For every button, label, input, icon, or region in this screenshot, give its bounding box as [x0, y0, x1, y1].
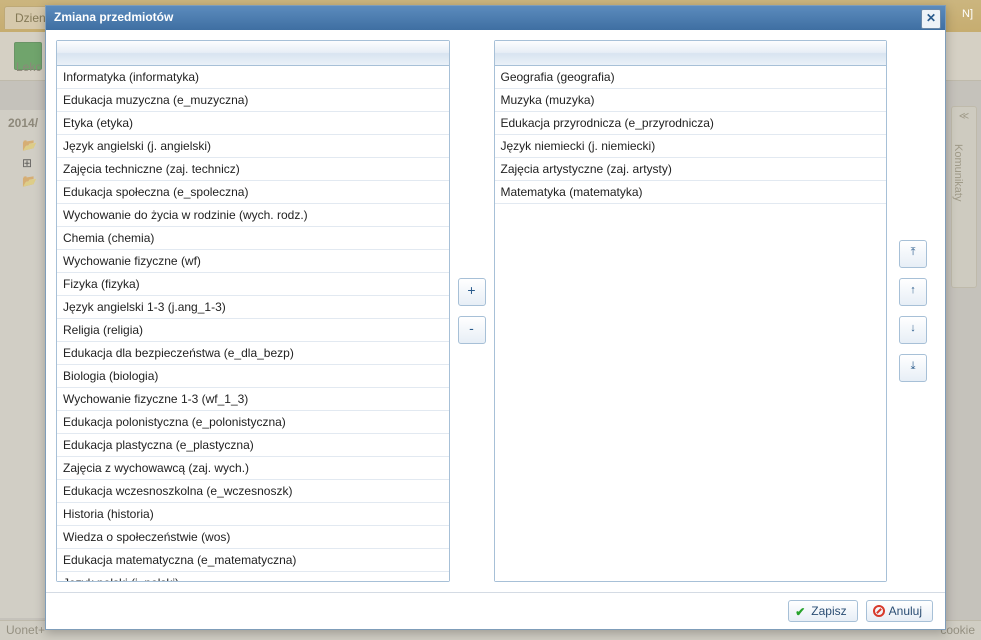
list-item[interactable]: Edukacja polonistyczna (e_polonistyczna) [57, 411, 449, 434]
list-item[interactable]: Wychowanie fizyczne (wf) [57, 250, 449, 273]
list-header [57, 41, 449, 66]
list-item[interactable]: Etyka (etyka) [57, 112, 449, 135]
close-button[interactable]: ✕ [921, 9, 941, 29]
list-item[interactable]: Edukacja dla bezpieczeństwa (e_dla_bezp) [57, 342, 449, 365]
selected-list: Geografia (geografia)Muzyka (muzyka)Eduk… [494, 40, 888, 582]
list-item[interactable]: Edukacja społeczna (e_spoleczna) [57, 181, 449, 204]
list-item[interactable]: Język polski (j. polski) [57, 572, 449, 581]
list-item[interactable]: Historia (historia) [57, 503, 449, 526]
save-button[interactable]: ✔ Zapisz [788, 600, 857, 622]
list-item[interactable]: Geografia (geografia) [495, 66, 887, 89]
list-item[interactable]: Muzyka (muzyka) [495, 89, 887, 112]
available-list: Informatyka (informatyka)Edukacja muzycz… [56, 40, 450, 582]
list-item[interactable]: Edukacja przyrodnicza (e_przyrodnicza) [495, 112, 887, 135]
list-item[interactable]: Wychowanie fizyczne 1-3 (wf_1_3) [57, 388, 449, 411]
list-item[interactable]: Zajęcia artystyczne (zaj. artysty) [495, 158, 887, 181]
transfer-controls: + - [450, 40, 494, 582]
list-item[interactable]: Wychowanie do życia w rodzinie (wych. ro… [57, 204, 449, 227]
cancel-button[interactable]: Anuluj [866, 600, 933, 622]
list-item[interactable]: Zajęcia techniczne (zaj. technicz) [57, 158, 449, 181]
list-item[interactable]: Język angielski 1-3 (j.ang_1-3) [57, 296, 449, 319]
modal-footer: ✔ Zapisz Anuluj [46, 592, 945, 629]
list-item[interactable]: Edukacja matematyczna (e_matematyczna) [57, 549, 449, 572]
list-header [495, 41, 887, 66]
header-corner-text: N] [962, 8, 973, 20]
list-item[interactable]: Biologia (biologia) [57, 365, 449, 388]
modal-dialog: Zmiana przedmiotów ✕ Informatyka (inform… [45, 5, 946, 630]
available-list-body[interactable]: Informatyka (informatyka)Edukacja muzycz… [57, 66, 449, 581]
list-item[interactable]: Edukacja wczesnoszkolna (e_wczesnoszk) [57, 480, 449, 503]
list-item[interactable]: Język niemiecki (j. niemiecki) [495, 135, 887, 158]
move-up-button[interactable]: ↑ [899, 278, 927, 306]
add-button[interactable]: + [458, 278, 486, 306]
save-label: Zapisz [811, 604, 846, 618]
list-item[interactable]: Informatyka (informatyka) [57, 66, 449, 89]
list-item[interactable]: Chemia (chemia) [57, 227, 449, 250]
cancel-icon [873, 605, 885, 617]
list-item[interactable]: Język angielski (j. angielski) [57, 135, 449, 158]
modal-title: Zmiana przedmiotów [54, 10, 173, 24]
list-item[interactable]: Edukacja plastyczna (e_plastyczna) [57, 434, 449, 457]
list-item[interactable]: Wiedza o społeczeństwie (wos) [57, 526, 449, 549]
list-item[interactable]: Religia (religia) [57, 319, 449, 342]
cancel-label: Anuluj [889, 604, 922, 618]
modal-title-bar[interactable]: Zmiana przedmiotów ✕ [46, 6, 945, 30]
modal-body: Informatyka (informatyka)Edukacja muzycz… [46, 30, 945, 592]
list-item[interactable]: Fizyka (fizyka) [57, 273, 449, 296]
check-icon: ✔ [795, 605, 807, 617]
list-item[interactable]: Matematyka (matematyka) [495, 181, 887, 204]
remove-button[interactable]: - [458, 316, 486, 344]
move-top-button[interactable]: ⤒ [899, 240, 927, 268]
move-down-button[interactable]: ↓ [899, 316, 927, 344]
selected-list-body[interactable]: Geografia (geografia)Muzyka (muzyka)Eduk… [495, 66, 887, 581]
list-item[interactable]: Zajęcia z wychowawcą (zaj. wych.) [57, 457, 449, 480]
list-item[interactable]: Edukacja muzyczna (e_muzyczna) [57, 89, 449, 112]
order-controls: ⤒ ↑ ↓ ⤓ [887, 40, 935, 582]
move-bottom-button[interactable]: ⤓ [899, 354, 927, 382]
